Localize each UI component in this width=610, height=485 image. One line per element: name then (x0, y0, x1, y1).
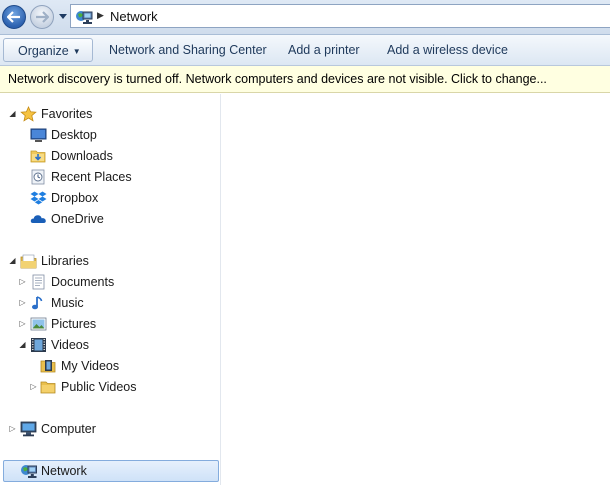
expand-arrow-icon[interactable]: ▷ (18, 298, 27, 308)
my-videos-label: My Videos (61, 359, 120, 373)
back-arrow-icon (7, 11, 20, 23)
add-wireless-device-button[interactable]: Add a wireless device (379, 38, 516, 62)
videos-icon (31, 338, 46, 352)
recent-places-icon (31, 169, 45, 185)
documents-label: Documents (51, 275, 115, 289)
tree-libraries[interactable]: ◢ Libraries (0, 251, 220, 271)
tree-music[interactable]: ▷ Music (0, 293, 220, 313)
downloads-icon (30, 150, 46, 163)
organize-button[interactable]: Organize ▼ (3, 38, 93, 62)
command-bar: Organize ▼ Network and Sharing Center Add… (0, 35, 610, 66)
desktop-label: Desktop (51, 128, 97, 142)
tree-computer[interactable]: ▷ Computer (0, 419, 220, 439)
documents-icon (32, 274, 45, 290)
expand-arrow-icon[interactable]: ▷ (29, 382, 38, 392)
tree-onedrive[interactable]: OneDrive (0, 209, 220, 229)
dropbox-icon (30, 191, 47, 205)
downloads-label: Downloads (51, 149, 113, 163)
folder-video-icon (40, 360, 56, 373)
address-field[interactable]: ▶ Network (70, 4, 610, 28)
tree-downloads[interactable]: Downloads (0, 146, 220, 166)
tree-documents[interactable]: ▷ Documents (0, 272, 220, 292)
desktop-icon (30, 128, 47, 142)
back-button[interactable] (2, 5, 26, 29)
organize-label: Organize (18, 44, 69, 58)
forward-button[interactable] (30, 5, 54, 29)
videos-label: Videos (51, 338, 89, 352)
tree-videos[interactable]: ◢ Videos (0, 335, 220, 355)
tree-public-videos[interactable]: ▷ Public Videos (0, 377, 220, 397)
breadcrumb-network[interactable]: Network (110, 9, 158, 24)
network-icon (21, 465, 37, 478)
computer-label: Computer (41, 422, 96, 436)
address-bar: ▶ Network (0, 0, 610, 35)
breadcrumb-separator[interactable]: ▶ (97, 10, 104, 21)
expand-arrow-icon[interactable]: ▷ (18, 277, 27, 287)
favorites-label: Favorites (41, 107, 93, 121)
pictures-icon (30, 317, 47, 331)
infobar-message: Network discovery is turned off. Network… (8, 72, 547, 86)
tree-recent-places[interactable]: Recent Places (0, 167, 220, 187)
computer-icon (20, 421, 37, 437)
recent-pages-button[interactable] (58, 11, 68, 23)
network-discovery-infobar[interactable]: Network discovery is turned off. Network… (0, 66, 610, 93)
libraries-label: Libraries (41, 254, 89, 268)
file-list-area[interactable] (222, 94, 610, 485)
caret-down-icon: ▼ (72, 47, 81, 56)
star-icon (20, 106, 37, 122)
tree-my-videos[interactable]: My Videos (0, 356, 220, 376)
collapse-arrow-icon[interactable]: ◢ (8, 256, 17, 266)
network-label: Network (41, 464, 87, 478)
tree-desktop[interactable]: Desktop (0, 125, 220, 145)
music-icon (32, 296, 43, 310)
pictures-label: Pictures (51, 317, 97, 331)
add-printer-button[interactable]: Add a printer (280, 38, 368, 62)
folder-icon (40, 381, 56, 394)
tree-network[interactable]: Network (0, 461, 220, 481)
expand-arrow-icon[interactable]: ▷ (18, 319, 27, 329)
onedrive-label: OneDrive (51, 212, 104, 226)
tree-favorites[interactable]: ◢ Favorites (0, 104, 220, 124)
forward-arrow-icon (36, 11, 49, 23)
tree-pictures[interactable]: ▷ Pictures (0, 314, 220, 334)
navigation-pane: ◢ Favorites Desktop Downloads Recent Pla… (0, 94, 221, 485)
tree-dropbox[interactable]: Dropbox (0, 188, 220, 208)
network-sharing-center-button[interactable]: Network and Sharing Center (101, 38, 275, 62)
chevron-down-icon (59, 14, 67, 19)
recent-places-label: Recent Places (51, 170, 132, 184)
libraries-icon (20, 254, 37, 269)
expand-arrow-icon[interactable]: ▷ (8, 424, 17, 434)
collapse-arrow-icon[interactable]: ◢ (18, 340, 27, 350)
public-videos-label: Public Videos (61, 380, 137, 394)
dropbox-label: Dropbox (51, 191, 99, 205)
onedrive-icon (30, 215, 46, 223)
music-label: Music (51, 296, 84, 310)
network-icon (76, 11, 93, 24)
collapse-arrow-icon[interactable]: ◢ (8, 109, 17, 119)
